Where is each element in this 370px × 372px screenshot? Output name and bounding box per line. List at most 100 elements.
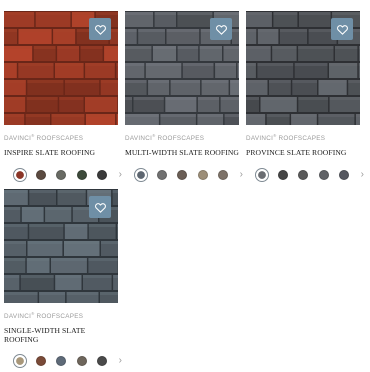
slate-tile-highlight bbox=[64, 241, 100, 244]
product-image[interactable] bbox=[4, 189, 118, 303]
slate-tile-highlight bbox=[246, 29, 257, 32]
slate-tile-highlight bbox=[4, 190, 28, 193]
chevron-right-icon[interactable]: › bbox=[119, 169, 122, 181]
color-swatch[interactable] bbox=[156, 169, 167, 180]
slate-tile-highlight bbox=[29, 190, 56, 193]
slate-tile-highlight bbox=[329, 97, 360, 100]
heart-icon bbox=[336, 24, 348, 35]
color-swatch[interactable] bbox=[339, 169, 349, 180]
slate-tile-highlight bbox=[199, 46, 222, 49]
slate-tile-highlight bbox=[112, 190, 118, 193]
slate-tile-highlight bbox=[177, 46, 199, 49]
slate-tile-highlight bbox=[165, 97, 197, 100]
slate-tile-highlight bbox=[232, 29, 239, 32]
product-image[interactable] bbox=[4, 11, 118, 125]
color-swatch[interactable] bbox=[97, 169, 107, 180]
color-swatch[interactable] bbox=[298, 169, 308, 180]
slate-tile-highlight bbox=[220, 97, 239, 100]
slate-tile-highlight bbox=[85, 63, 115, 66]
color-swatch[interactable] bbox=[318, 169, 329, 180]
slate-tile-highlight bbox=[298, 46, 334, 49]
product-card-multi-width[interactable]: DAVINCI® ROOFSCAPES MULTI-WIDTH SLATE RO… bbox=[125, 11, 243, 182]
color-swatch[interactable] bbox=[76, 356, 87, 367]
color-swatch[interactable] bbox=[35, 169, 46, 180]
slate-tile-highlight bbox=[88, 258, 118, 261]
slate-tile-highlight bbox=[133, 97, 164, 100]
slate-tile-highlight bbox=[272, 46, 297, 49]
slate-tile-highlight bbox=[4, 114, 25, 117]
slate-tile-highlight bbox=[152, 46, 177, 49]
brand-label: DAVINCI® ROOFSCAPES bbox=[4, 133, 84, 143]
slate-tile-highlight bbox=[18, 63, 54, 66]
slate-tile-highlight bbox=[4, 292, 38, 295]
product-card-single-width[interactable]: DAVINCI® ROOFSCAPES SINGLE-WIDTH SLATE R… bbox=[4, 189, 122, 369]
slate-tile-highlight bbox=[237, 63, 239, 66]
product-name[interactable]: INSPIRE SLATE ROOFING bbox=[4, 149, 118, 158]
color-swatch[interactable] bbox=[177, 169, 187, 180]
product-card-province[interactable]: DAVINCI® ROOFSCAPES PROVINCE SLATE ROOFI… bbox=[246, 11, 364, 182]
product-name[interactable]: MULTI-WIDTH SLATE ROOFING bbox=[125, 149, 239, 158]
color-swatch[interactable] bbox=[277, 169, 288, 180]
slate-tile-highlight bbox=[57, 46, 79, 49]
favorite-button[interactable] bbox=[89, 18, 111, 40]
slate-tile-highlight bbox=[125, 29, 137, 32]
slate-tile-highlight bbox=[95, 12, 118, 15]
slate-tile-highlight bbox=[45, 207, 72, 210]
color-swatch[interactable] bbox=[76, 169, 87, 180]
slate-tile-highlight bbox=[125, 97, 132, 100]
color-swatch[interactable] bbox=[35, 356, 46, 367]
slate-tile-highlight bbox=[20, 275, 54, 278]
slate-tile-highlight bbox=[55, 275, 82, 278]
favorite-button[interactable] bbox=[89, 196, 111, 218]
slate-tile-highlight bbox=[318, 80, 347, 83]
product-image[interactable] bbox=[246, 11, 360, 125]
slate-tile-highlight bbox=[4, 97, 26, 100]
heart-icon bbox=[94, 24, 106, 35]
color-swatches: › bbox=[4, 354, 122, 369]
slate-tile-highlight bbox=[4, 224, 28, 227]
product-image[interactable] bbox=[125, 11, 239, 125]
slate-tile-highlight bbox=[246, 114, 266, 117]
product-name[interactable]: PROVINCE SLATE ROOFING bbox=[246, 149, 360, 158]
slate-tile-highlight bbox=[27, 241, 63, 244]
slate-tile-highlight bbox=[4, 12, 35, 15]
slate-tile-highlight bbox=[100, 80, 118, 83]
color-swatch[interactable] bbox=[56, 356, 66, 367]
slate-tile-highlight bbox=[223, 46, 239, 49]
color-swatch[interactable] bbox=[197, 169, 208, 180]
slate-tile-highlight bbox=[4, 80, 26, 83]
slate-tile-highlight bbox=[148, 80, 170, 83]
slate-tile-highlight bbox=[177, 12, 213, 15]
color-swatch[interactable] bbox=[97, 356, 107, 367]
slate-tile-highlight bbox=[59, 97, 84, 100]
color-swatch[interactable] bbox=[13, 167, 27, 182]
favorite-button[interactable] bbox=[210, 18, 232, 40]
slate-tile-highlight bbox=[66, 292, 99, 295]
product-card-inspire[interactable]: DAVINCI® ROOFSCAPES INSPIRE SLATE ROOFIN… bbox=[4, 11, 122, 182]
slate-tile-highlight bbox=[4, 258, 26, 261]
chevron-right-icon[interactable]: › bbox=[119, 355, 122, 367]
slate-tile-highlight bbox=[266, 114, 290, 117]
slate-tile-highlight bbox=[246, 80, 268, 83]
chevron-right-icon[interactable]: › bbox=[240, 169, 243, 181]
slate-tile-highlight bbox=[294, 63, 328, 66]
slate-tile-highlight bbox=[18, 29, 52, 32]
slate-tile-highlight bbox=[257, 29, 279, 32]
slate-tile-highlight bbox=[125, 63, 145, 66]
color-swatches: › bbox=[246, 167, 364, 182]
slate-tile-highlight bbox=[125, 46, 152, 49]
slate-tile-highlight bbox=[138, 29, 165, 32]
color-swatch[interactable] bbox=[218, 169, 228, 180]
color-swatch[interactable] bbox=[255, 167, 269, 182]
slate-tile-highlight bbox=[273, 12, 298, 15]
slate-tile-highlight bbox=[109, 29, 118, 32]
color-swatch[interactable] bbox=[134, 167, 148, 182]
color-swatch[interactable] bbox=[56, 169, 66, 180]
product-name[interactable]: SINGLE-WIDTH SLATE ROOFING bbox=[4, 326, 94, 344]
slate-tile-highlight bbox=[291, 114, 317, 117]
favorite-button[interactable] bbox=[331, 18, 353, 40]
heart-icon bbox=[215, 24, 227, 35]
chevron-right-icon[interactable]: › bbox=[361, 169, 364, 181]
slate-tile-highlight bbox=[53, 29, 76, 32]
color-swatch[interactable] bbox=[13, 354, 27, 369]
